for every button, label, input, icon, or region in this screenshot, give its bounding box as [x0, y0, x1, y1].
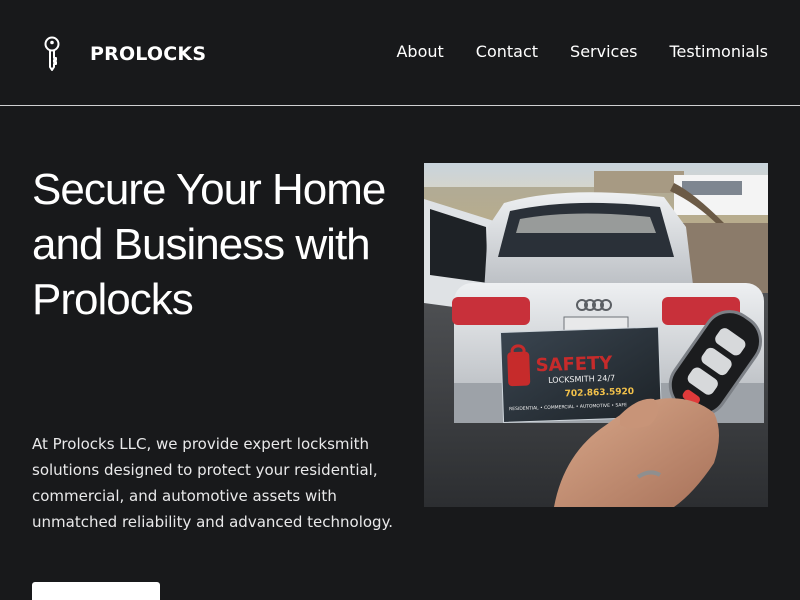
hero-photo: SAFETY LOCKSMITH 24/7 702.863.5920 RESID…: [424, 163, 768, 507]
main-nav: About Contact Services Testimonials: [396, 42, 768, 61]
card-brand-text: SAFETY: [535, 353, 613, 377]
nav-contact-link[interactable]: Contact: [476, 42, 538, 61]
hero-description: At Prolocks LLC, we provide expert locks…: [32, 435, 394, 531]
brand-name: PROLOCKS: [90, 43, 207, 65]
brand[interactable]: PROLOCKS: [40, 36, 206, 72]
nav-about-link[interactable]: About: [396, 42, 443, 61]
site-header: PROLOCKS About Contact Services Testimon…: [0, 0, 800, 106]
nav-testimonials-link[interactable]: Testimonials: [670, 42, 769, 61]
nav-services-link[interactable]: Services: [570, 42, 637, 61]
hero-photo-illustration: SAFETY LOCKSMITH 24/7 702.863.5920 RESID…: [424, 163, 768, 507]
key-icon: [44, 36, 60, 71]
cta-button[interactable]: [32, 582, 160, 600]
hero-title: Secure Your Home and Business with Prolo…: [32, 165, 386, 324]
